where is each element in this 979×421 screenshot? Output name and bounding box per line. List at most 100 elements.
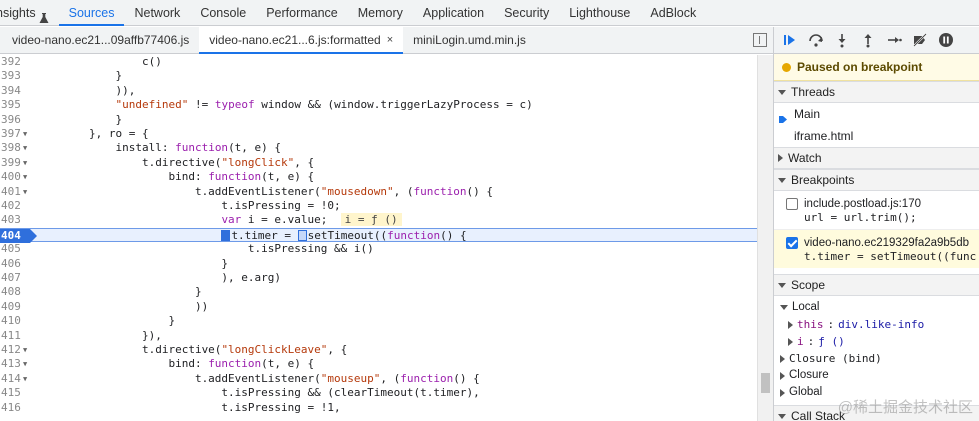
- code-line[interactable]: 398 ▼ install: function(t, e) {: [0, 141, 757, 155]
- code-line[interactable]: 399 ▼ t.directive("longClick", {: [0, 156, 757, 170]
- breakpoint-item[interactable]: include.postload.js:170 url = url.trim();: [774, 191, 979, 229]
- close-icon[interactable]: ×: [387, 27, 393, 53]
- fold-toggle-icon[interactable]: ▼: [23, 372, 27, 386]
- scope-section-header[interactable]: Scope: [774, 274, 979, 296]
- line-number[interactable]: 414: [0, 372, 22, 386]
- code-line[interactable]: 403 var i = e.value; i = ƒ (): [0, 213, 757, 227]
- code-line[interactable]: 409 )): [0, 300, 757, 314]
- scope-group[interactable]: Closure (bind): [780, 350, 979, 367]
- watch-section-header[interactable]: Watch: [774, 147, 979, 169]
- step-over-icon[interactable]: [808, 32, 824, 48]
- breakpoint-item[interactable]: video-nano.ec219329fa2a9b5db t.timer = se…: [774, 229, 979, 268]
- line-number[interactable]: 392: [0, 55, 22, 69]
- panel-tab-sources[interactable]: Sources: [58, 0, 125, 26]
- scope-local[interactable]: Local: [780, 299, 979, 316]
- inline-breakpoint-marker-icon[interactable]: [297, 229, 307, 241]
- line-number[interactable]: 403: [0, 213, 22, 227]
- panel-tab-security[interactable]: Security: [494, 0, 559, 25]
- code-line[interactable]: 408 }: [0, 285, 757, 299]
- code-line[interactable]: 392 c(): [0, 55, 757, 69]
- line-number[interactable]: 411: [0, 329, 22, 343]
- line-number[interactable]: 396: [0, 113, 22, 127]
- line-number[interactable]: 402: [0, 199, 22, 213]
- line-number[interactable]: 412: [0, 343, 22, 357]
- code-line[interactable]: 412 ▼ t.directive("longClickLeave", {: [0, 343, 757, 357]
- breakpoint-checkbox[interactable]: [786, 237, 798, 249]
- line-number[interactable]: 410: [0, 314, 22, 328]
- line-number[interactable]: 413: [0, 357, 22, 371]
- code-line[interactable]: 397 ▼ }, ro = {: [0, 127, 757, 141]
- line-number[interactable]: 397: [0, 127, 22, 141]
- line-number[interactable]: 398: [0, 141, 22, 155]
- line-number[interactable]: 400: [0, 170, 22, 184]
- panel-tab-console[interactable]: Console: [190, 0, 256, 25]
- code-line[interactable]: 393 }: [0, 69, 757, 83]
- deactivate-breakpoints-icon[interactable]: [912, 32, 928, 48]
- panel-tab-memory[interactable]: Memory: [348, 0, 413, 25]
- call-stack-section-header[interactable]: Call Stack: [774, 405, 979, 421]
- code-line[interactable]: 400 ▼ bind: function(t, e) {: [0, 170, 757, 184]
- panel-tab-lighthouse[interactable]: Lighthouse: [559, 0, 640, 25]
- line-number[interactable]: 405: [0, 242, 22, 256]
- inline-breakpoint-marker-icon[interactable]: [221, 229, 231, 241]
- breakpoint-line-number[interactable]: 404: [0, 228, 37, 244]
- code-line[interactable]: 405 t.isPressing && i(): [0, 242, 757, 256]
- fold-toggle-icon[interactable]: ▼: [23, 141, 27, 155]
- line-number[interactable]: 415: [0, 386, 22, 400]
- code-line[interactable]: 396 }: [0, 113, 757, 127]
- code-line[interactable]: 411 }),: [0, 329, 757, 343]
- line-number[interactable]: 399: [0, 156, 22, 170]
- panel-tab-performance[interactable]: Performance: [256, 0, 348, 25]
- scope-group[interactable]: Closure: [780, 367, 979, 384]
- panel-tab-adblock[interactable]: AdBlock: [640, 0, 706, 25]
- code-line[interactable]: 402 t.isPressing = !0;: [0, 199, 757, 213]
- file-tab[interactable]: miniLogin.umd.min.js: [403, 27, 536, 53]
- code-line[interactable]: 415 t.isPressing && (clearTimeout(t.time…: [0, 386, 757, 400]
- pause-on-exceptions-icon[interactable]: [938, 32, 954, 48]
- thread-item[interactable]: Main: [774, 103, 979, 125]
- panel-tab-nsights[interactable]: nsights: [0, 0, 59, 25]
- code-line[interactable]: 395 "undefined" != typeof window && (win…: [0, 98, 757, 112]
- thread-item[interactable]: iframe.html: [774, 125, 979, 147]
- fold-toggle-icon[interactable]: ▼: [23, 357, 27, 371]
- line-number[interactable]: 395: [0, 98, 22, 112]
- resume-icon[interactable]: [782, 32, 798, 48]
- breakpoint-checkbox[interactable]: [786, 198, 798, 210]
- code-line[interactable]: 413 ▼ bind: function(t, e) {: [0, 357, 757, 371]
- fold-toggle-icon[interactable]: ▼: [23, 127, 27, 141]
- file-tab[interactable]: video-nano.ec21...09affb77406.js: [0, 27, 199, 53]
- step-into-icon[interactable]: [834, 32, 850, 48]
- line-number[interactable]: 408: [0, 285, 22, 299]
- line-number[interactable]: 393: [0, 69, 22, 83]
- line-number[interactable]: 407: [0, 271, 22, 285]
- editor-scrollbar[interactable]: [757, 55, 773, 421]
- line-number[interactable]: 416: [0, 401, 22, 415]
- file-tab[interactable]: video-nano.ec21...6.js:formatted ×: [199, 27, 404, 54]
- panel-tab-application[interactable]: Application: [413, 0, 494, 25]
- code-editor[interactable]: 392 c() 393 } 394 )), 395 "undefined" != ty…: [0, 55, 757, 421]
- scope-variable[interactable]: i:ƒ (): [788, 333, 979, 350]
- breakpoints-section-header[interactable]: Breakpoints: [774, 169, 979, 191]
- toggle-debugger-sidebar-button[interactable]: [753, 33, 767, 47]
- fold-toggle-icon[interactable]: ▼: [23, 343, 27, 357]
- step-icon[interactable]: [886, 32, 902, 48]
- step-out-icon[interactable]: [860, 32, 876, 48]
- code-line[interactable]: 394 )),: [0, 84, 757, 98]
- code-line[interactable]: 401 ▼ t.addEventListener("mousedown", (fu…: [0, 185, 757, 199]
- fold-toggle-icon[interactable]: ▼: [23, 185, 27, 199]
- panel-tab-network[interactable]: Network: [124, 0, 190, 25]
- code-line[interactable]: 416 t.isPressing = !1,: [0, 401, 757, 415]
- scope-group[interactable]: Global: [780, 384, 979, 401]
- code-line[interactable]: 406 }: [0, 257, 757, 271]
- code-line[interactable]: 407 ), e.arg): [0, 271, 757, 285]
- editor-scrollbar-thumb[interactable]: [761, 373, 770, 393]
- fold-toggle-icon[interactable]: ▼: [23, 170, 27, 184]
- scope-variable[interactable]: this: div.like-info: [788, 316, 979, 333]
- code-line[interactable]: 414 ▼ t.addEventListener("mouseup", (func…: [0, 372, 757, 386]
- current-execution-line[interactable]: 404 t.timer = setTimeout((function() {: [0, 227, 757, 244]
- line-number[interactable]: 394: [0, 84, 22, 98]
- threads-section-header[interactable]: Threads: [774, 81, 979, 103]
- line-number[interactable]: 409: [0, 300, 22, 314]
- line-number[interactable]: 401: [0, 185, 22, 199]
- line-number[interactable]: 406: [0, 257, 22, 271]
